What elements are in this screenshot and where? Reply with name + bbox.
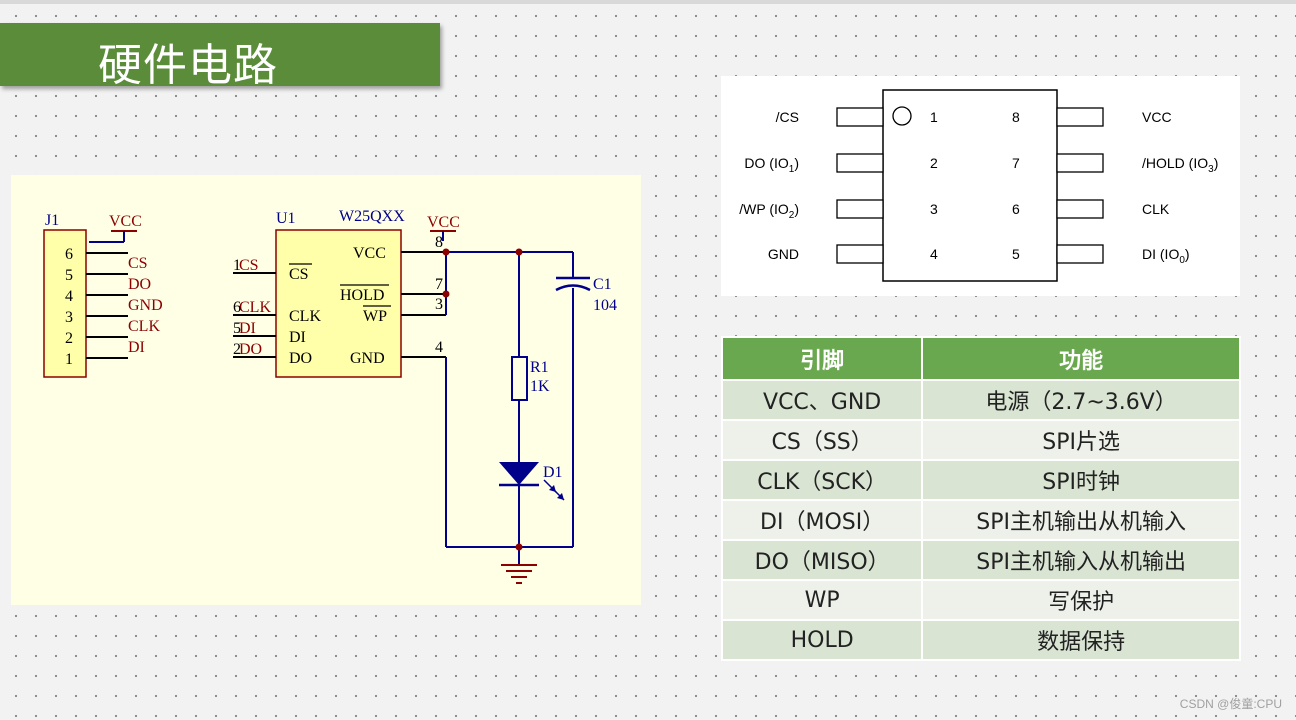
svg-text:CLK: CLK bbox=[1142, 201, 1170, 217]
svg-text:CLK: CLK bbox=[128, 318, 160, 335]
svg-text:DI: DI bbox=[128, 339, 145, 356]
watermark: CSDN @俊童:CPU bbox=[1179, 697, 1282, 711]
pin-cell: DO（MISO） bbox=[720, 539, 924, 581]
svg-text:6: 6 bbox=[65, 246, 73, 263]
svg-text:CLK: CLK bbox=[289, 308, 321, 325]
svg-text:3: 3 bbox=[930, 201, 938, 217]
function-cell: SPI主机输出从机输入 bbox=[921, 499, 1241, 541]
svg-text:R1: R1 bbox=[530, 359, 549, 376]
chip-package bbox=[882, 89, 1058, 282]
header-pin: 引脚 bbox=[720, 336, 924, 381]
ground-symbol bbox=[501, 564, 537, 584]
svg-text:6: 6 bbox=[233, 299, 241, 316]
svg-text:3: 3 bbox=[65, 309, 73, 326]
schematic-diagram: J1 VCC 6 5 4 3 2 1 CS DO GND CLK DI U1 W… bbox=[43, 208, 617, 584]
svg-text:7: 7 bbox=[435, 276, 443, 293]
led-d1: D1 bbox=[499, 462, 565, 501]
capacitor-c1: C1 104 bbox=[555, 276, 617, 314]
svg-text:2: 2 bbox=[233, 341, 241, 358]
svg-text:3: 3 bbox=[435, 296, 443, 313]
svg-text:4: 4 bbox=[930, 246, 938, 262]
svg-text:GND: GND bbox=[768, 246, 799, 262]
svg-text:/HOLD (IO3): /HOLD (IO3) bbox=[1142, 155, 1218, 175]
svg-text:4: 4 bbox=[65, 288, 73, 305]
pin-cell: DI（MOSI） bbox=[720, 499, 924, 541]
svg-text:HOLD: HOLD bbox=[340, 287, 384, 304]
svg-text:C1: C1 bbox=[593, 276, 612, 293]
svg-text:5: 5 bbox=[1012, 246, 1020, 262]
function-cell: 写保护 bbox=[921, 579, 1241, 621]
svg-text:D1: D1 bbox=[543, 464, 563, 481]
svg-text:DO: DO bbox=[289, 350, 312, 367]
svg-text:DI: DI bbox=[239, 320, 256, 337]
svg-text:DO: DO bbox=[128, 276, 151, 293]
pin-cell: VCC、GND bbox=[720, 379, 924, 421]
slide-title: 硬件电路 bbox=[98, 40, 278, 91]
svg-text:1K: 1K bbox=[530, 378, 550, 395]
svg-text:8: 8 bbox=[435, 234, 443, 251]
schematic-panel: J1 VCC 6 5 4 3 2 1 CS DO GND CLK DI U1 W… bbox=[11, 175, 641, 605]
pinout-diagram: 1 2 3 4 8 7 6 5 /CS DO (IO1) /WP (IO2) G… bbox=[721, 76, 1240, 296]
function-cell: SPI主机输入从机输出 bbox=[921, 539, 1241, 581]
svg-text:8: 8 bbox=[1012, 109, 1020, 125]
svg-text:CS: CS bbox=[239, 257, 259, 274]
table-row: DO（MISO） SPI主机输入从机输出 bbox=[720, 539, 1241, 581]
svg-text:GND: GND bbox=[128, 297, 163, 314]
svg-text:CS: CS bbox=[289, 266, 309, 283]
j1-ref: J1 bbox=[45, 212, 59, 229]
svg-text:WP: WP bbox=[363, 308, 387, 325]
svg-text:DI: DI bbox=[289, 329, 306, 346]
svg-text:1: 1 bbox=[233, 257, 241, 274]
u1-vcc-label: VCC bbox=[427, 214, 460, 231]
svg-text:6: 6 bbox=[1012, 201, 1020, 217]
svg-text:/CS: /CS bbox=[776, 109, 799, 125]
svg-text:1: 1 bbox=[65, 351, 73, 368]
svg-text:DI (IO0): DI (IO0) bbox=[1142, 246, 1190, 266]
table-row: CLK（SCK） SPI时钟 bbox=[720, 459, 1241, 501]
pin-cell: HOLD bbox=[720, 619, 924, 661]
svg-text:4: 4 bbox=[435, 339, 443, 356]
function-cell: SPI片选 bbox=[921, 419, 1241, 461]
table-row: HOLD 数据保持 bbox=[720, 619, 1241, 661]
svg-text:5: 5 bbox=[233, 320, 241, 337]
svg-text:5: 5 bbox=[65, 267, 73, 284]
table-row: CS（SS） SPI片选 bbox=[720, 419, 1241, 461]
function-cell: 数据保持 bbox=[921, 619, 1241, 661]
table-row: DI（MOSI） SPI主机输出从机输入 bbox=[720, 499, 1241, 541]
svg-text:GND: GND bbox=[350, 350, 385, 367]
table-row: WP 写保护 bbox=[720, 579, 1241, 621]
svg-text:DO (IO1): DO (IO1) bbox=[744, 155, 799, 175]
u1-ref: U1 bbox=[276, 210, 296, 227]
top-edge bbox=[0, 0, 1296, 4]
slide-title-bar: 硬件电路 bbox=[0, 23, 440, 91]
svg-text:VCC: VCC bbox=[1142, 109, 1172, 125]
svg-text:VCC: VCC bbox=[353, 245, 386, 262]
pin-cell: WP bbox=[720, 579, 924, 621]
pinout-right-names: VCC /HOLD (IO3) CLK DI (IO0) bbox=[1142, 109, 1218, 266]
svg-text:CS: CS bbox=[128, 255, 148, 272]
function-cell: 电源（2.7~3.6V） bbox=[921, 379, 1241, 421]
pin-cell: CS（SS） bbox=[720, 419, 924, 461]
svg-text:2: 2 bbox=[65, 330, 73, 347]
svg-text:/WP (IO2): /WP (IO2) bbox=[739, 201, 799, 221]
function-cell: SPI时钟 bbox=[921, 459, 1241, 501]
pinout-svg: 1 2 3 4 8 7 6 5 /CS DO (IO1) /WP (IO2) G… bbox=[739, 89, 1218, 282]
pin-function-table: 引脚 功能 VCC、GND 电源（2.7~3.6V） CS（SS） SPI片选 … bbox=[720, 336, 1241, 661]
svg-text:1: 1 bbox=[930, 109, 938, 125]
svg-text:DO: DO bbox=[239, 341, 262, 358]
u1-part: W25QXX bbox=[339, 208, 405, 225]
j1-net-labels: CS DO GND CLK DI bbox=[128, 255, 163, 356]
table-header-row: 引脚 功能 bbox=[720, 336, 1241, 381]
resistor-r1: R1 1K bbox=[511, 356, 550, 401]
svg-text:7: 7 bbox=[1012, 155, 1020, 171]
pinout-left-names: /CS DO (IO1) /WP (IO2) GND bbox=[739, 109, 799, 262]
u1-left-pin-numbers: 1 6 5 2 bbox=[233, 257, 241, 358]
j1-vcc-label: VCC bbox=[109, 213, 142, 230]
svg-text:2: 2 bbox=[930, 155, 938, 171]
header-function: 功能 bbox=[921, 336, 1241, 381]
svg-text:104: 104 bbox=[593, 297, 617, 314]
table-row: VCC、GND 电源（2.7~3.6V） bbox=[720, 379, 1241, 421]
svg-text:CLK: CLK bbox=[239, 299, 271, 316]
pin-cell: CLK（SCK） bbox=[720, 459, 924, 501]
